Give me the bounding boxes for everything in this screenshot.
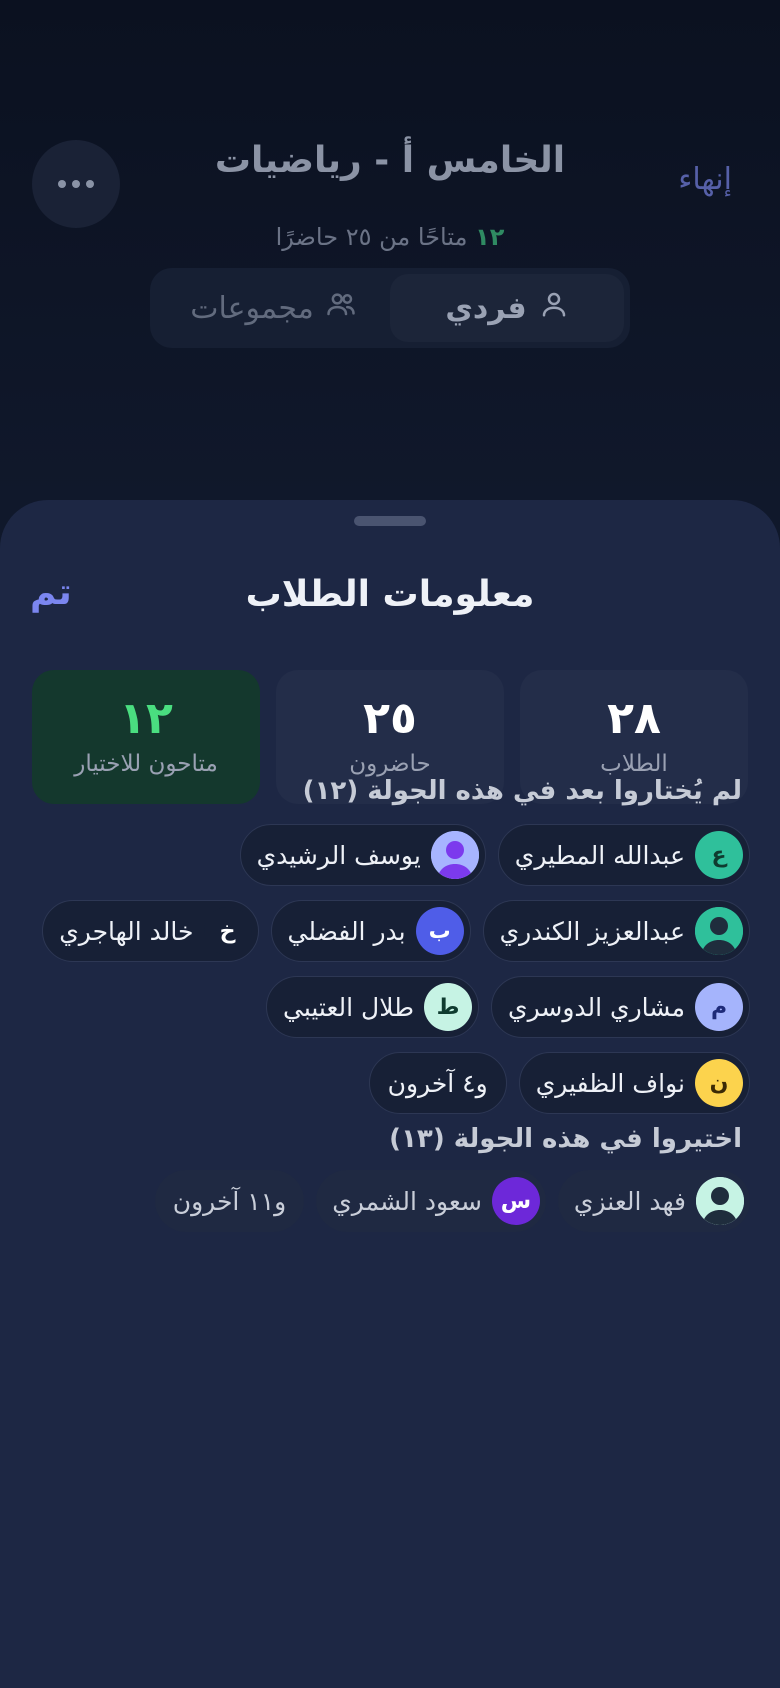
availability-summary: ١٢ متاحًا من ٢٥ حاضرًا (0, 223, 780, 251)
stat-label: الطلاب (600, 751, 668, 777)
more-students-label: و١١ آخرون (172, 1186, 287, 1216)
student-chip[interactable]: ع عبدالله المطيري (497, 824, 750, 886)
student-name: عبدالله المطيري (514, 840, 685, 870)
class-title: الخامس أ - رياضيات (214, 140, 566, 181)
mode-individual-label: فردي (445, 290, 527, 326)
not-picked-list: ع عبدالله المطيري يوسف الرشيدي عبدالعزيز ال… (30, 824, 750, 1114)
student-name: خالد الهاجري (59, 916, 194, 946)
student-chip[interactable]: يوسف الرشيدي (239, 824, 486, 886)
student-avatar-initial: ب (415, 907, 464, 955)
student-chip[interactable]: ب بدر الفضلي (270, 900, 471, 962)
student-name: فهد العنزي (573, 1186, 686, 1216)
mode-groups-tab[interactable]: مجموعات (156, 274, 390, 342)
student-chip[interactable]: ن نواف الظفيري (518, 1052, 750, 1114)
available-count: ١٢ (475, 223, 505, 251)
group-icon (326, 289, 356, 327)
more-students-chip[interactable]: و١١ آخرون (154, 1170, 305, 1232)
more-dot-icon (86, 180, 94, 188)
student-chip[interactable]: خ خالد الهاجري (42, 900, 259, 962)
more-students-label: و٤ آخرون (387, 1068, 488, 1098)
picked-list: فهد العنزي س سعود الشمري و١١ آخرون (30, 1170, 750, 1232)
student-avatar-initial: م (695, 983, 743, 1031)
person-icon (539, 289, 569, 327)
more-dot-icon (72, 180, 80, 188)
student-chip[interactable]: فهد العنزي (557, 1170, 750, 1232)
sheet-grabber[interactable] (354, 516, 426, 526)
student-avatar-initial: س (491, 1177, 540, 1225)
stat-value: ٢٨ (607, 693, 661, 744)
student-name: عبدالعزيز الكندري (499, 916, 685, 946)
screen: الخامس أ - رياضيات إنهاء ١٢ متاحًا من ٢٥… (0, 0, 780, 1688)
student-chip[interactable]: ط طلال العتيبي (266, 976, 480, 1038)
more-dot-icon (58, 180, 66, 188)
stat-card-available: ١٢ متاحون للاختيار (32, 670, 260, 804)
student-avatar-icon (696, 1177, 744, 1225)
session-header: الخامس أ - رياضيات إنهاء ١٢ متاحًا من ٢٥… (0, 0, 780, 500)
stat-value: ٢٥ (363, 693, 417, 744)
student-chip[interactable]: عبدالعزيز الكندري (482, 900, 750, 962)
sheet-title: معلومات الطلاب (245, 574, 535, 615)
student-avatar-initial: ع (695, 831, 743, 879)
student-name: بدر الفضلي (287, 916, 406, 946)
student-chip[interactable]: س سعود الشمري (316, 1170, 546, 1232)
done-button[interactable]: تم (30, 572, 72, 613)
mode-segmented-control: فردي مجموعات (150, 268, 630, 348)
student-name: سعود الشمري (332, 1186, 482, 1216)
more-students-chip[interactable]: و٤ آخرون (368, 1052, 507, 1114)
student-name: يوسف الرشيدي (256, 840, 421, 870)
student-name: مشاري الدوسري (508, 992, 685, 1022)
student-avatar-initial: ط (424, 983, 473, 1031)
mode-individual-tab[interactable]: فردي (390, 274, 624, 342)
picked-title: اختيروا في هذه الجولة (١٣) (389, 1124, 742, 1154)
not-picked-title: لم يُختاروا بعد في هذه الجولة (١٢) (302, 776, 742, 806)
stat-label: حاضرون (349, 751, 431, 777)
student-chip[interactable]: م مشاري الدوسري (491, 976, 750, 1038)
student-name: نواف الظفيري (535, 1068, 685, 1098)
stat-value: ١٢ (119, 693, 173, 744)
student-avatar-icon (430, 831, 479, 879)
students-info-sheet: معلومات الطلاب تم ٢٨ الطلاب ٢٥ حاضرون ١٢… (0, 500, 780, 1688)
student-avatar-initial: خ (203, 907, 252, 955)
mode-groups-label: مجموعات (190, 290, 314, 326)
stat-label: متاحون للاختيار (74, 751, 218, 777)
student-avatar-icon (695, 907, 743, 955)
end-session-button[interactable]: إنهاء (678, 162, 732, 197)
student-avatar-initial: ن (695, 1059, 743, 1107)
available-text: متاحًا من ٢٥ حاضرًا (275, 223, 468, 251)
student-name: طلال العتيبي (283, 992, 415, 1022)
